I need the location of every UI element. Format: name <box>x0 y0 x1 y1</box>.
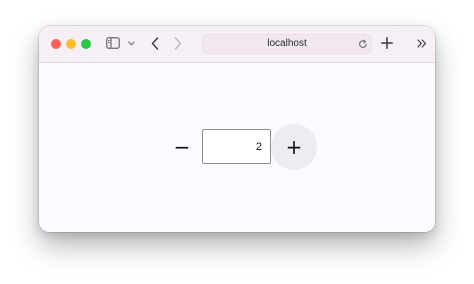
sidebar-icon[interactable] <box>106 37 120 49</box>
zoom-window-button[interactable] <box>81 39 91 49</box>
plus-icon[interactable] <box>381 37 393 49</box>
quantity-stepper: − + <box>39 63 435 232</box>
minimize-window-button[interactable] <box>66 39 76 49</box>
double-chevron-right-icon[interactable] <box>417 39 427 48</box>
page-content: − + <box>39 63 435 232</box>
chevron-down-icon[interactable] <box>128 41 135 46</box>
browser-toolbar: localhost <box>39 26 435 63</box>
decrement-button[interactable]: − <box>165 124 199 170</box>
reload-icon[interactable] <box>358 39 368 49</box>
address-bar[interactable]: localhost <box>202 34 372 54</box>
increment-button[interactable]: + <box>271 124 317 170</box>
chevron-right-icon[interactable] <box>174 37 182 50</box>
decrement-label: − <box>173 135 191 159</box>
increment-label: + <box>285 135 303 159</box>
chevron-left-icon[interactable] <box>151 37 159 50</box>
quantity-input[interactable] <box>202 129 271 164</box>
browser-window: localhost − + <box>39 26 435 232</box>
close-window-button[interactable] <box>51 39 61 49</box>
address-text: localhost <box>267 38 307 49</box>
